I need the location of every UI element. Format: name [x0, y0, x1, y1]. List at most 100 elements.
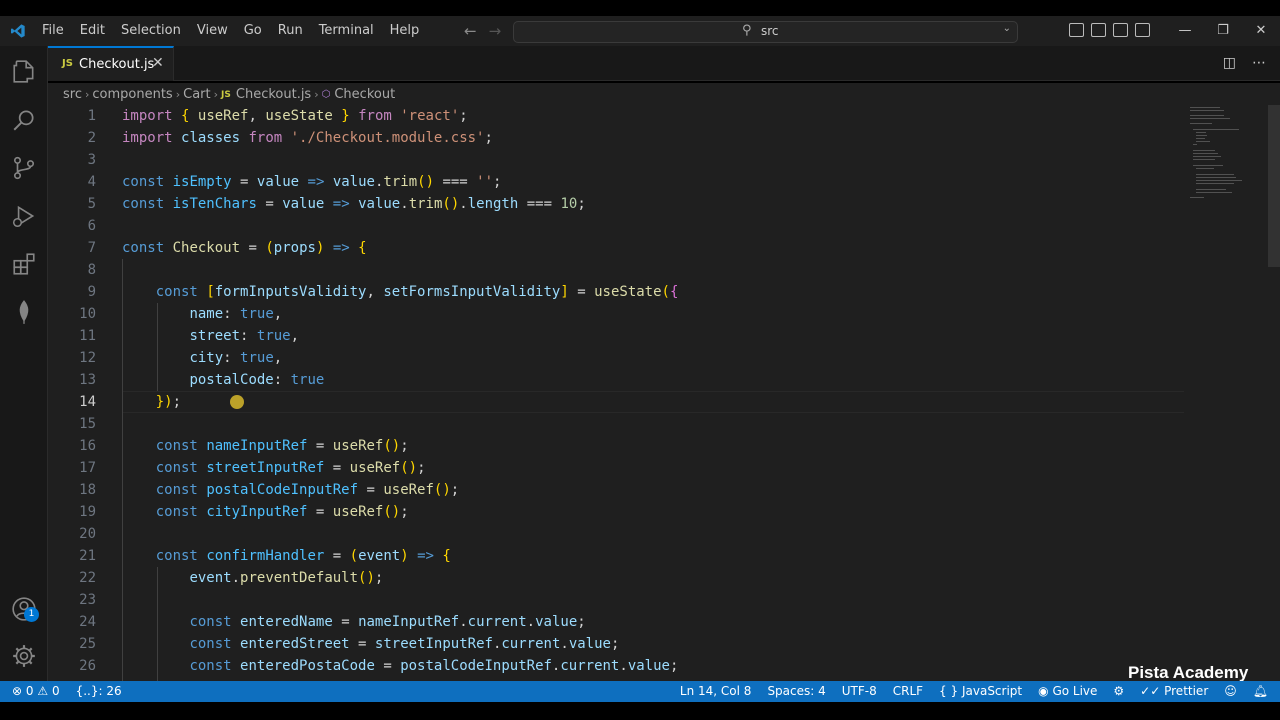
code-text[interactable]: import classes from './Checkout.module.c…	[122, 127, 493, 149]
close-tab-icon[interactable]: ✕	[152, 55, 164, 71]
tab-checkout-js[interactable]: JS Checkout.js ✕	[48, 46, 174, 81]
code-text[interactable]: const [formInputsValidity, setFormsInput…	[122, 281, 679, 303]
code-line[interactable]: 9 const [formInputsValidity, setFormsInp…	[48, 281, 1184, 303]
language-mode[interactable]: { } JavaScript	[939, 684, 1022, 698]
indentation-status[interactable]: Spaces: 4	[767, 684, 825, 698]
code-line[interactable]: 3	[48, 149, 1184, 171]
code-line[interactable]: 23	[48, 589, 1184, 611]
menu-go[interactable]: Go	[236, 16, 270, 46]
feedback-icon[interactable]: ☺	[1224, 684, 1237, 698]
code-line[interactable]: 5 const isTenChars = value => value.trim(…	[48, 193, 1184, 215]
code-line[interactable]: 8	[48, 259, 1184, 281]
source-control-icon[interactable]	[11, 155, 37, 181]
breadcrumb-item-cart[interactable]: Cart	[183, 87, 211, 102]
code-text[interactable]: name: true,	[122, 303, 282, 325]
code-text[interactable]: const postalCodeInputRef = useRef();	[122, 479, 460, 501]
code-line[interactable]: 11 street: true,	[48, 325, 1184, 347]
code-line[interactable]: 22 event.preventDefault();	[48, 567, 1184, 589]
code-line[interactable]: 18 const postalCodeInputRef = useRef();	[48, 479, 1184, 501]
menu-run[interactable]: Run	[270, 16, 311, 46]
code-line[interactable]: 6	[48, 215, 1184, 237]
code-line[interactable]: 10 name: true,	[48, 303, 1184, 325]
code-line[interactable]: 1 import { useRef, useState } from 'react…	[48, 105, 1184, 127]
menu-edit[interactable]: Edit	[72, 16, 113, 46]
eol-status[interactable]: CRLF	[893, 684, 923, 698]
code-line[interactable]: 2 import classes from './Checkout.module.…	[48, 127, 1184, 149]
minimap[interactable]	[1184, 105, 1268, 215]
toggle-panel-icon[interactable]	[1091, 23, 1106, 37]
code-line[interactable]: 14 });	[48, 391, 1184, 413]
chevron-down-icon[interactable]: ⌄	[1003, 23, 1011, 34]
code-line[interactable]: 16 const nameInputRef = useRef();	[48, 435, 1184, 457]
notifications-bell-icon[interactable]: 🔔︎	[1253, 684, 1268, 698]
breadcrumb-item-src[interactable]: src	[63, 87, 82, 102]
live-share-icon[interactable]: ⚙	[1113, 684, 1124, 698]
scrollbar-thumb[interactable]	[1268, 105, 1280, 267]
explorer-icon[interactable]	[11, 59, 37, 85]
code-line[interactable]: 21 const confirmHandler = (event) => {	[48, 545, 1184, 567]
restore-icon[interactable]: ❐	[1204, 16, 1242, 46]
problems-status[interactable]: ⊗ 0 ⚠ 0	[12, 684, 60, 698]
code-line[interactable]: 24 const enteredName = nameInputRef.curr…	[48, 611, 1184, 633]
code-text[interactable]: city: true,	[122, 347, 282, 369]
run-debug-icon[interactable]	[11, 203, 37, 229]
bracket-status[interactable]: {..}: 26	[76, 684, 122, 698]
encoding-status[interactable]: UTF-8	[842, 684, 877, 698]
code-line[interactable]: 17 const streetInputRef = useRef();	[48, 457, 1184, 479]
code-line[interactable]: 7 const Checkout = (props) => {	[48, 237, 1184, 259]
code-text[interactable]: import { useRef, useState } from 'react'…	[122, 105, 468, 127]
accounts-badge: 1	[24, 607, 39, 622]
code-text[interactable]: event.preventDefault();	[122, 567, 383, 589]
vertical-scrollbar[interactable]	[1268, 105, 1280, 681]
toggle-secondary-sidebar-icon[interactable]	[1113, 23, 1128, 37]
command-center[interactable]: ⚲ src ⌄	[513, 21, 1018, 43]
code-text[interactable]: const confirmHandler = (event) => {	[122, 545, 451, 567]
mongodb-leaf-icon[interactable]	[11, 299, 37, 325]
code-text[interactable]: const Checkout = (props) => {	[122, 237, 367, 259]
code-line[interactable]: 12 city: true,	[48, 347, 1184, 369]
code-line[interactable]: 19 const cityInputRef = useRef();	[48, 501, 1184, 523]
toggle-primary-sidebar-icon[interactable]	[1069, 23, 1084, 37]
menu-file[interactable]: File	[34, 16, 72, 46]
code-text[interactable]: const nameInputRef = useRef();	[122, 435, 409, 457]
code-line[interactable]: 26 const enteredPostaCode = postalCodeIn…	[48, 655, 1184, 677]
close-window-icon[interactable]: ✕	[1242, 16, 1280, 46]
code-text[interactable]: const isEmpty = value => value.trim() ==…	[122, 171, 501, 193]
code-line[interactable]: 4 const isEmpty = value => value.trim() =…	[48, 171, 1184, 193]
code-text[interactable]: street: true,	[122, 325, 299, 347]
customize-layout-icon[interactable]	[1135, 23, 1150, 37]
code-text[interactable]: const isTenChars = value => value.trim()…	[122, 193, 586, 215]
menu-selection[interactable]: Selection	[113, 16, 189, 46]
menu-view[interactable]: View	[189, 16, 236, 46]
code-line[interactable]: 25 const enteredStreet = streetInputRef.…	[48, 633, 1184, 655]
line-number: 21	[79, 548, 96, 564]
code-text[interactable]: });	[122, 391, 181, 413]
breadcrumb-item-components[interactable]: components	[92, 87, 172, 102]
cursor-position[interactable]: Ln 14, Col 8	[680, 684, 752, 698]
breadcrumb-item-file[interactable]: Checkout.js	[236, 87, 311, 102]
split-editor-icon[interactable]: ◫	[1223, 55, 1236, 71]
code-editor[interactable]: 1 import { useRef, useState } from 'react…	[48, 105, 1280, 681]
menu-help[interactable]: Help	[382, 16, 428, 46]
search-icon[interactable]	[11, 107, 37, 133]
code-text[interactable]: const enteredPostaCode = postalCodeInput…	[122, 655, 678, 677]
breadcrumb-item-symbol[interactable]: Checkout	[334, 87, 395, 102]
back-arrow-icon[interactable]: ←	[464, 22, 477, 40]
prettier-status[interactable]: ✓✓ Prettier	[1140, 684, 1208, 698]
code-line[interactable]: 20	[48, 523, 1184, 545]
code-text[interactable]: postalCode: true	[122, 369, 324, 391]
forward-arrow-icon[interactable]: →	[489, 22, 502, 40]
code-text[interactable]: const enteredStreet = streetInputRef.cur…	[122, 633, 619, 655]
go-live-button[interactable]: ◉ Go Live	[1038, 684, 1097, 698]
code-line[interactable]: 15	[48, 413, 1184, 435]
code-line[interactable]: 13 postalCode: true	[48, 369, 1184, 391]
line-number: 20	[79, 526, 96, 542]
code-text[interactable]: const enteredName = nameInputRef.current…	[122, 611, 585, 633]
menu-terminal[interactable]: Terminal	[311, 16, 382, 46]
more-actions-icon[interactable]: ⋯	[1252, 55, 1266, 71]
minimize-icon[interactable]: —	[1166, 16, 1204, 46]
code-text[interactable]: const streetInputRef = useRef();	[122, 457, 426, 479]
code-text[interactable]: const cityInputRef = useRef();	[122, 501, 409, 523]
extensions-icon[interactable]	[11, 251, 37, 277]
settings-gear-icon[interactable]	[11, 643, 37, 669]
